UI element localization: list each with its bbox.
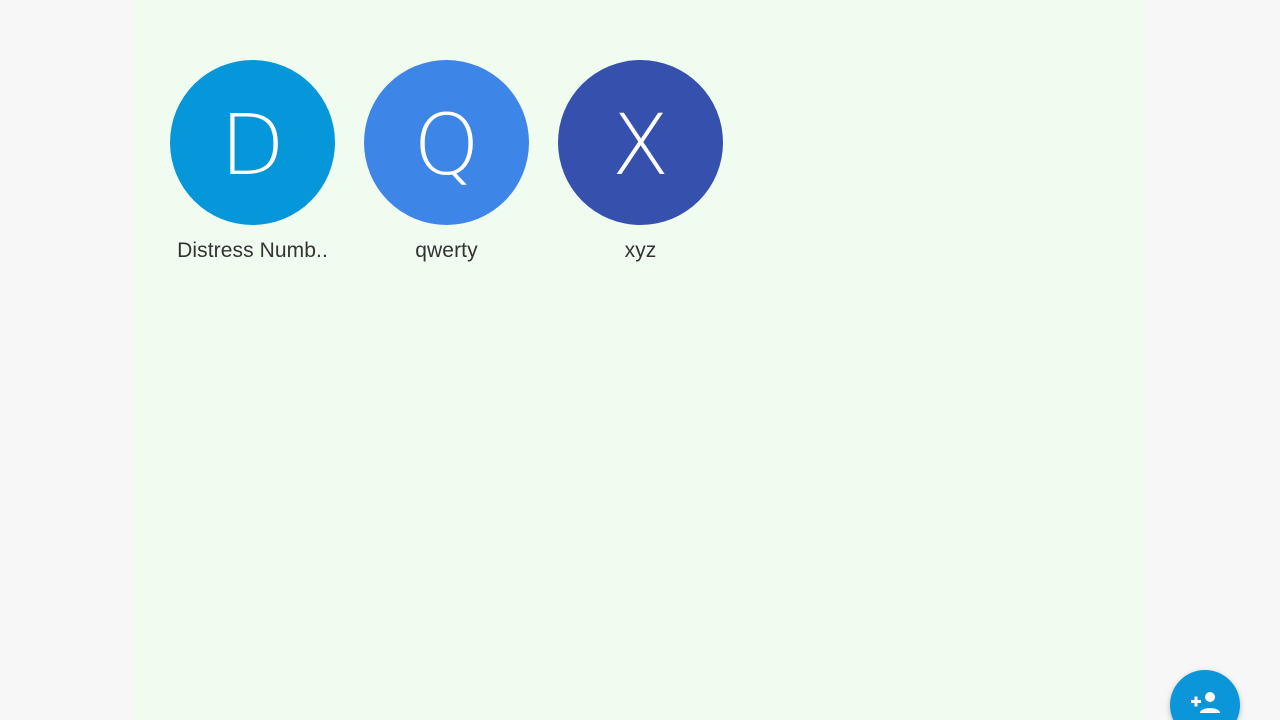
avatar-initial: Q [413,95,480,194]
contacts-grid: D Distress Numb.. Q qwerty X xyz [170,60,723,263]
contact-tile-qwerty[interactable]: Q qwerty [364,60,529,263]
screen: D Distress Numb.. Q qwerty X xyz [0,0,1280,720]
contact-name[interactable]: qwerty [415,239,477,263]
avatar-initial: D [220,95,285,194]
add-contact-button[interactable] [1170,670,1240,720]
avatar[interactable]: D [170,60,335,225]
add-person-icon [1191,692,1220,713]
contact-name[interactable]: xyz [625,239,657,263]
contacts-panel: D Distress Numb.. Q qwerty X xyz [134,0,1144,720]
contact-tile-distress[interactable]: D Distress Numb.. [170,60,335,263]
avatar-initial: X [611,95,670,194]
avatar[interactable]: Q [364,60,529,225]
avatar[interactable]: X [558,60,723,225]
contact-name[interactable]: Distress Numb.. [177,239,328,263]
contact-tile-xyz[interactable]: X xyz [558,60,723,263]
